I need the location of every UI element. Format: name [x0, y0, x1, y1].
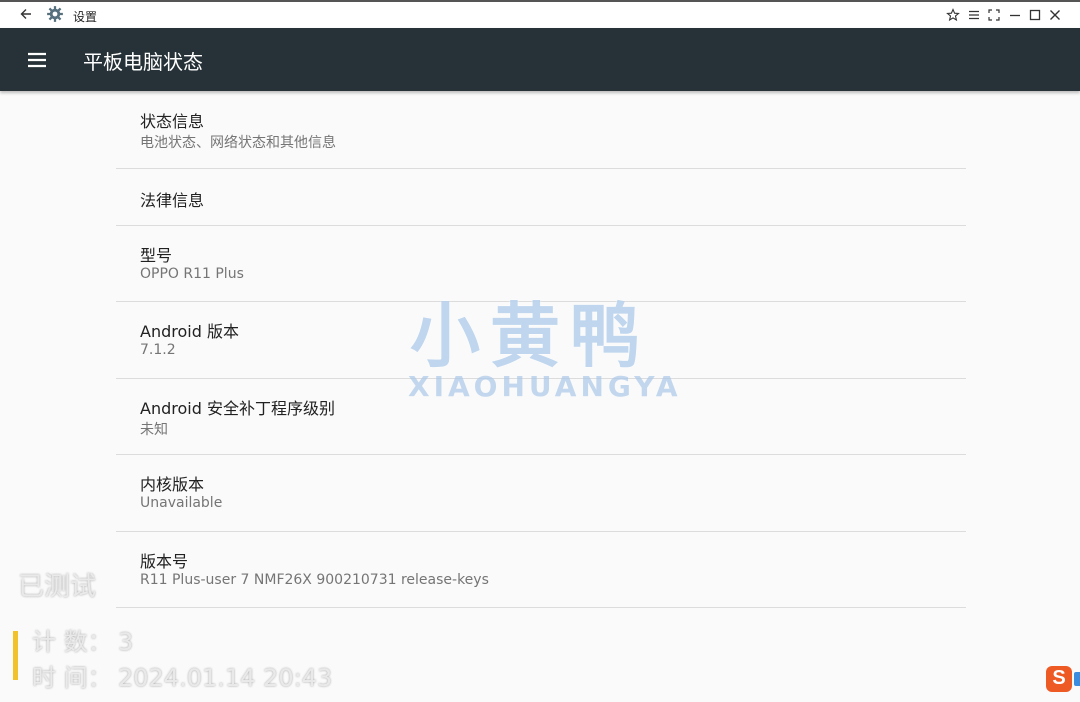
maximize-icon[interactable] — [1028, 8, 1042, 22]
list-item-model[interactable]: 型号 OPPO R11 Plus — [116, 226, 966, 302]
list-item-security-patch[interactable]: Android 安全补丁程序级别 未知 — [116, 379, 966, 455]
list-item-build-number[interactable]: 版本号 R11 Plus-user 7 NMF26X 900210731 rel… — [116, 532, 966, 608]
test-status-label: 已测试 — [18, 572, 97, 602]
list-item-subtitle: 7.1.2 — [140, 342, 176, 358]
input-method-letter: S — [1052, 667, 1066, 689]
test-count-label: 计 数： — [32, 628, 112, 656]
list-item-legal-info[interactable]: 法律信息 — [116, 169, 966, 226]
test-count-value: 3 — [118, 628, 134, 656]
list-item-subtitle: 未知 — [140, 421, 168, 438]
input-method-icon[interactable]: S — [1046, 666, 1072, 692]
list-item-title: 型号 — [140, 245, 173, 265]
list-item-title: Android 安全补丁程序级别 — [140, 398, 335, 418]
test-time-label: 时 间： — [32, 664, 112, 692]
window-title-bar: 设置 — [0, 0, 1080, 28]
list-item-subtitle: OPPO R11 Plus — [140, 265, 244, 282]
input-method-tail-icon — [1074, 672, 1080, 686]
overlay-accent-bar — [13, 631, 18, 680]
list-item-title: 内核版本 — [140, 475, 205, 494]
test-time-value: 2024.01.14 20:43 — [118, 664, 333, 692]
settings-list: 状态信息 电池状态、网络状态和其他信息 法律信息 型号 OPPO R11 Plu… — [116, 92, 966, 608]
list-item-title: Android 版本 — [140, 322, 239, 341]
list-item-title: 法律信息 — [140, 190, 205, 210]
settings-gear-icon — [47, 6, 63, 22]
app-toolbar: 平板电脑状态 — [0, 28, 1080, 91]
list-item-title: 版本号 — [140, 551, 189, 571]
close-icon[interactable] — [1048, 8, 1062, 22]
list-item-subtitle: R11 Plus-user 7 NMF26X 900210731 release… — [140, 571, 489, 588]
list-item-subtitle: 电池状态、网络状态和其他信息 — [140, 135, 336, 151]
pin-star-icon[interactable] — [946, 8, 960, 22]
hamburger-menu-icon[interactable] — [26, 49, 48, 71]
window-title: 设置 — [73, 10, 98, 24]
fullscreen-icon[interactable] — [987, 8, 1001, 22]
test-time: 时 间： 2024.01.14 20:43 — [32, 658, 332, 693]
list-item-subtitle: Unavailable — [140, 495, 223, 511]
list-item-android-version[interactable]: Android 版本 7.1.2 — [116, 302, 966, 379]
back-arrow-icon[interactable] — [18, 6, 34, 22]
list-item-status-info[interactable]: 状态信息 电池状态、网络状态和其他信息 — [116, 92, 966, 169]
page-title: 平板电脑状态 — [83, 50, 203, 74]
minimize-icon[interactable] — [1008, 8, 1022, 22]
list-item-title: 状态信息 — [140, 112, 205, 131]
window-menu-icon[interactable] — [967, 8, 981, 22]
list-item-kernel-version[interactable]: 内核版本 Unavailable — [116, 455, 966, 532]
test-count: 计 数： 3 — [32, 622, 133, 657]
